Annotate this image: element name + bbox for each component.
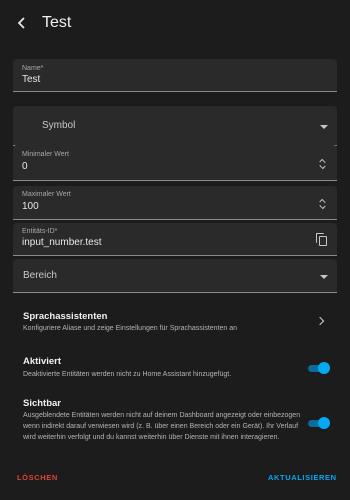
area-select[interactable]: Bereich — [13, 259, 337, 293]
voice-assistants-description: Konfiguriere Aliase und zeige Einstellun… — [23, 325, 238, 332]
symbol-placeholder: Symbol — [42, 120, 76, 131]
max-value-input[interactable]: 100 — [22, 201, 39, 212]
enabled-toggle[interactable] — [306, 362, 330, 374]
back-arrow-icon[interactable] — [17, 17, 27, 29]
visible-description: Ausgeblendete Entitäten werden nicht auf… — [23, 412, 301, 441]
entity-id-input[interactable]: input_number.test — [22, 237, 102, 248]
visible-title: Sichtbar — [23, 398, 62, 409]
page-title: Test — [42, 14, 72, 31]
dialog-header: Test — [0, 0, 350, 46]
back-button[interactable] — [2, 0, 42, 46]
max-value-label: Maximaler Wert — [22, 191, 71, 198]
enabled-row: Aktiviert Deaktivierte Entitäten werden … — [0, 348, 350, 384]
chevron-right-icon — [315, 316, 325, 326]
min-value-label: Minimaler Wert — [22, 151, 69, 158]
update-button[interactable]: AKTUALISIEREN — [268, 473, 337, 482]
symbol-select[interactable]: Symbol — [13, 106, 337, 146]
name-field-label: Name* — [22, 65, 44, 72]
name-field-value[interactable]: Test — [22, 74, 40, 85]
name-field[interactable]: Name* Test — [13, 59, 337, 92]
max-value-stepper-icon[interactable] — [318, 198, 326, 210]
max-value-field[interactable]: Maximaler Wert 100 — [13, 186, 337, 220]
symbol-dropdown-icon[interactable] — [320, 125, 328, 129]
area-placeholder: Bereich — [23, 270, 57, 281]
entity-id-label: Entitäts-ID* — [22, 228, 58, 235]
voice-assistants-title: Sprachassistenten — [23, 311, 108, 322]
area-dropdown-icon[interactable] — [320, 275, 328, 279]
enabled-description: Deaktivierte Entitäten werden nicht zu H… — [23, 371, 232, 378]
min-value-stepper-icon[interactable] — [318, 158, 326, 170]
enabled-title: Aktiviert — [23, 356, 62, 367]
voice-assistants-row[interactable]: Sprachassistenten Konfiguriere Aliase un… — [0, 303, 350, 339]
delete-button[interactable]: LÖSCHEN — [17, 473, 58, 482]
visible-toggle[interactable] — [306, 417, 330, 429]
min-value-input[interactable]: 0 — [22, 161, 28, 172]
min-value-field[interactable]: Minimaler Wert 0 — [13, 145, 337, 181]
copy-icon[interactable] — [316, 233, 328, 246]
entity-id-field[interactable]: Entitäts-ID* input_number.test — [13, 223, 337, 256]
visible-row: Sichtbar Ausgeblendete Entitäten werden … — [0, 392, 350, 452]
